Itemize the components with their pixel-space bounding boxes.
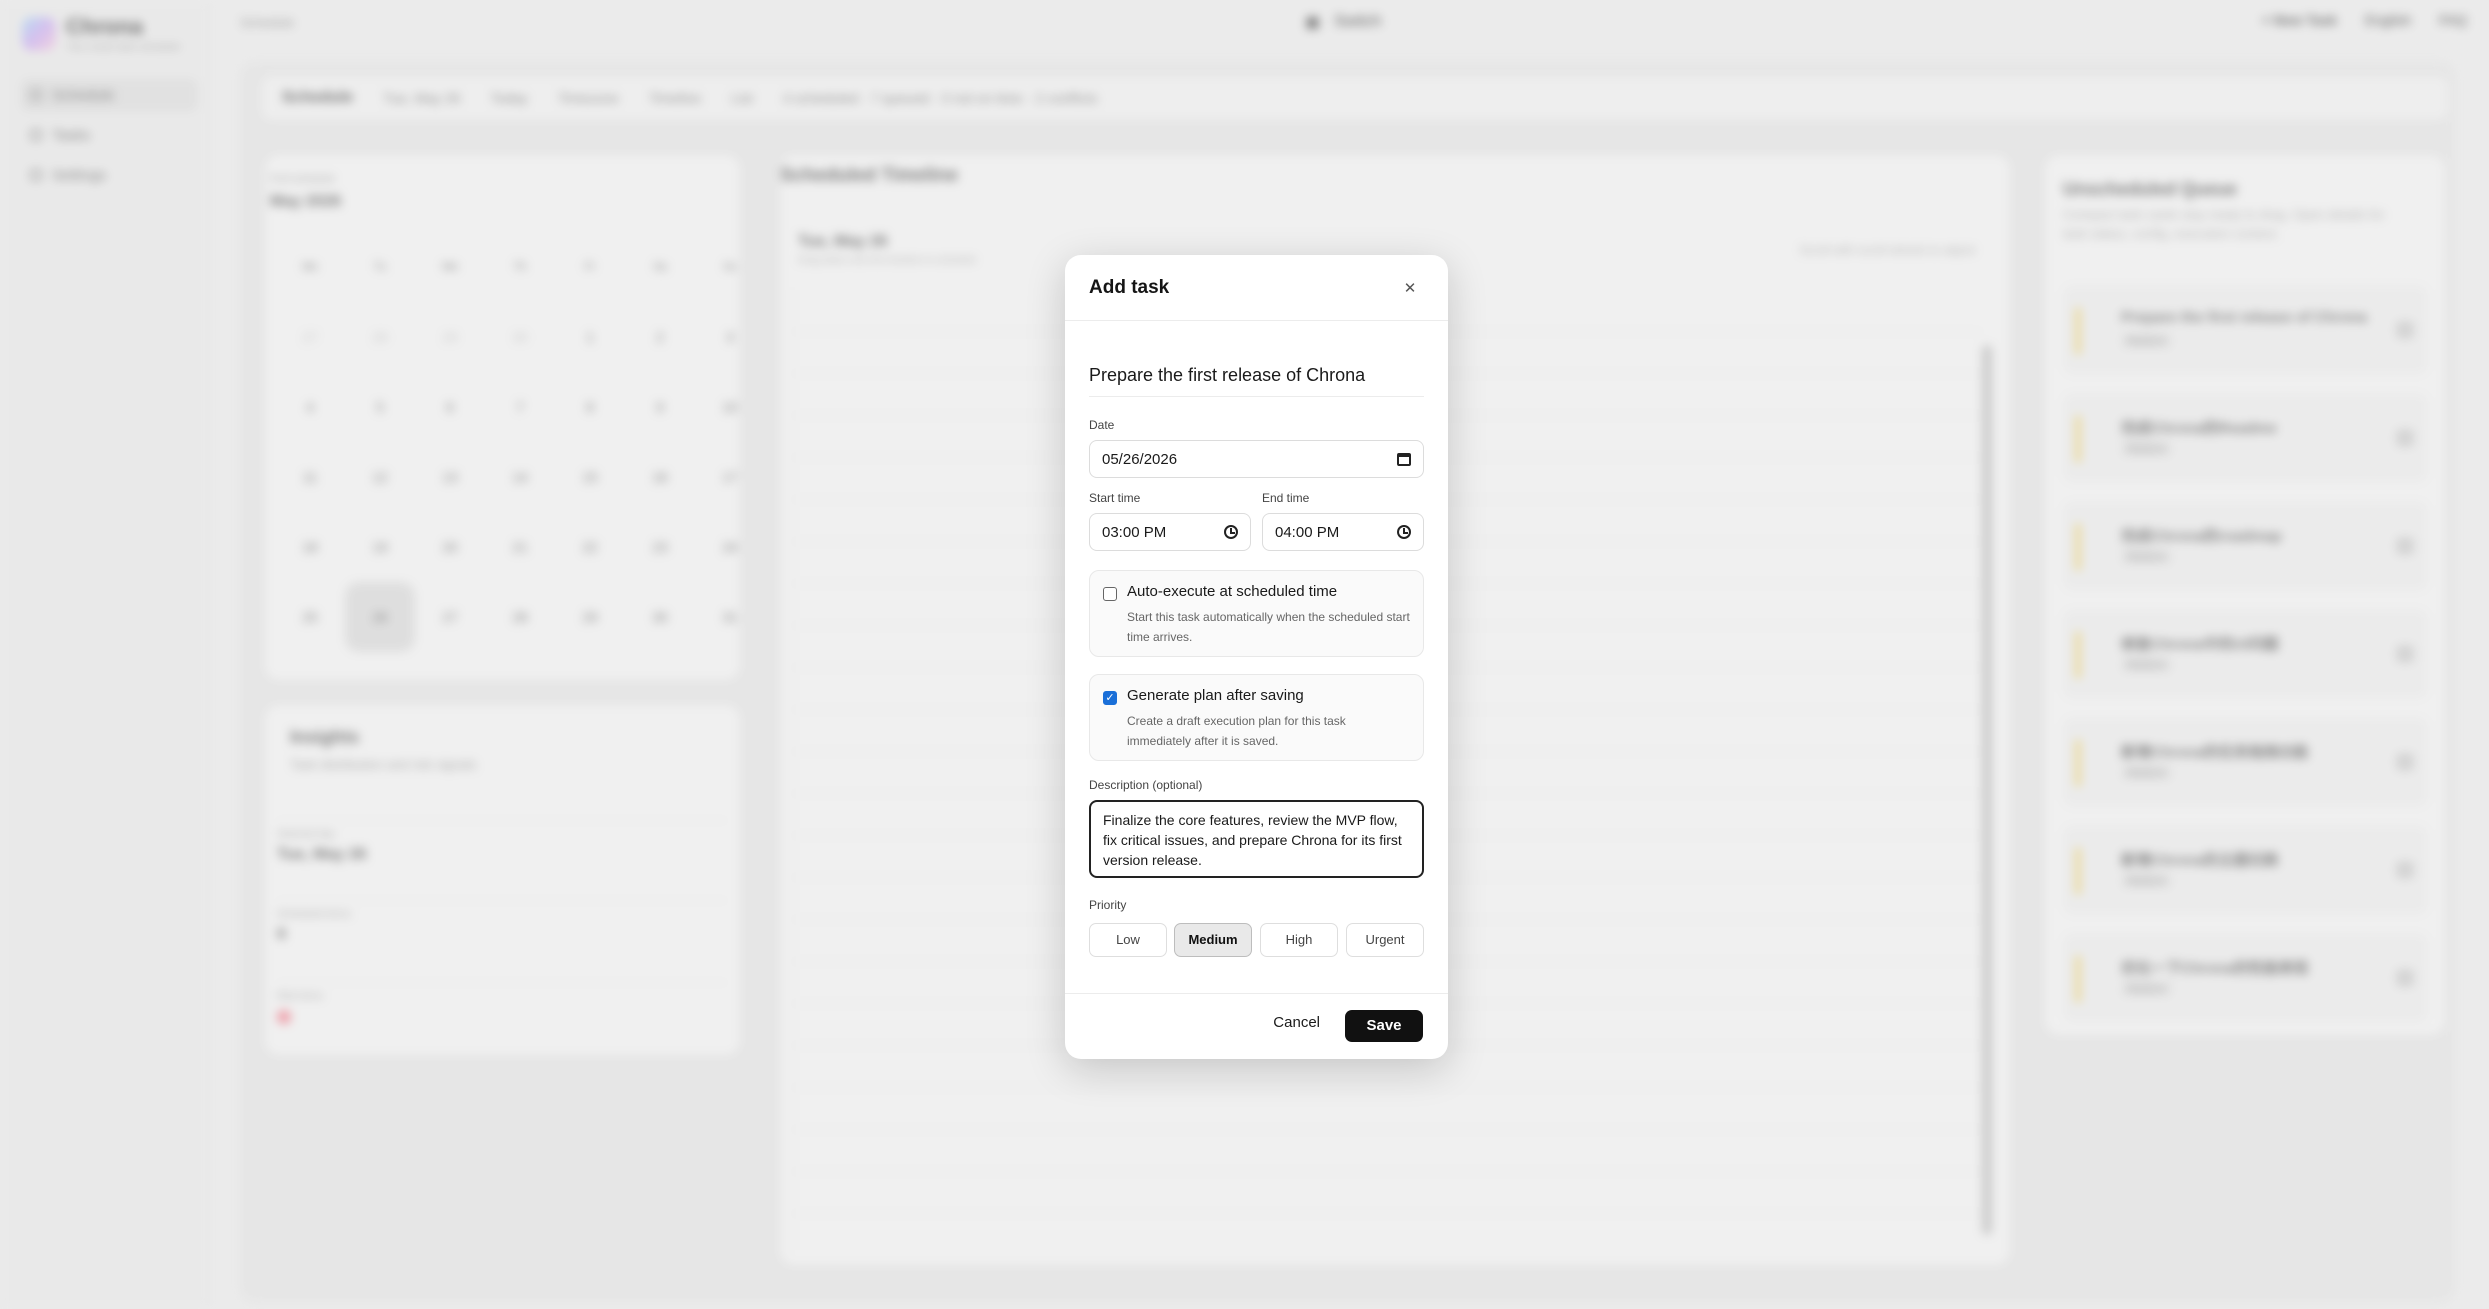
description-label: Description (optional): [1089, 778, 1203, 792]
dialog-footer: Cancel Save: [1065, 993, 1448, 1059]
save-button[interactable]: Save: [1345, 1010, 1423, 1042]
date-value: 05/26/2026: [1102, 450, 1178, 468]
start-time-field[interactable]: 03:00 PM: [1089, 513, 1251, 551]
priority-urgent-button[interactable]: Urgent: [1346, 923, 1424, 957]
start-time-value: 03:00 PM: [1102, 523, 1167, 541]
date-field[interactable]: 05/26/2026: [1089, 440, 1424, 478]
auto-execute-title: Auto-execute at scheduled time: [1127, 583, 1338, 600]
date-label: Date: [1089, 418, 1115, 432]
task-title-input[interactable]: Prepare the first release of Chrona: [1089, 365, 1424, 397]
close-icon[interactable]: ✕: [1402, 281, 1418, 297]
priority-medium-button[interactable]: Medium: [1174, 923, 1252, 957]
end-time-value: 04:00 PM: [1275, 523, 1340, 541]
auto-execute-desc: Start this task automatically when the s…: [1127, 610, 1410, 644]
end-time-label: End time: [1262, 491, 1310, 505]
cancel-button[interactable]: Cancel: [1273, 1014, 1320, 1031]
auto-execute-checkbox[interactable]: [1103, 587, 1117, 601]
generate-plan-option[interactable]: ✓ Generate plan after saving Create a dr…: [1089, 674, 1424, 761]
end-time-field[interactable]: 04:00 PM: [1262, 513, 1424, 551]
add-task-dialog: Add task ✕ Prepare the first release of …: [1065, 255, 1448, 1059]
start-time-label: Start time: [1089, 491, 1141, 505]
dialog-header: Add task ✕: [1065, 255, 1448, 321]
priority-low-button[interactable]: Low: [1089, 923, 1167, 957]
clock-icon[interactable]: [1224, 525, 1238, 539]
description-textarea[interactable]: Finalize the core features, review the M…: [1089, 800, 1424, 878]
priority-high-button[interactable]: High: [1260, 923, 1338, 957]
priority-label: Priority: [1089, 898, 1127, 912]
calendar-icon[interactable]: [1397, 452, 1411, 466]
dialog-title: Add task: [1089, 277, 1170, 298]
generate-plan-desc: Create a draft execution plan for this t…: [1127, 714, 1346, 748]
generate-plan-checkbox[interactable]: ✓: [1103, 691, 1117, 705]
auto-execute-option[interactable]: Auto-execute at scheduled time Start thi…: [1089, 570, 1424, 657]
clock-icon[interactable]: [1397, 525, 1411, 539]
generate-plan-title: Generate plan after saving: [1127, 687, 1304, 704]
